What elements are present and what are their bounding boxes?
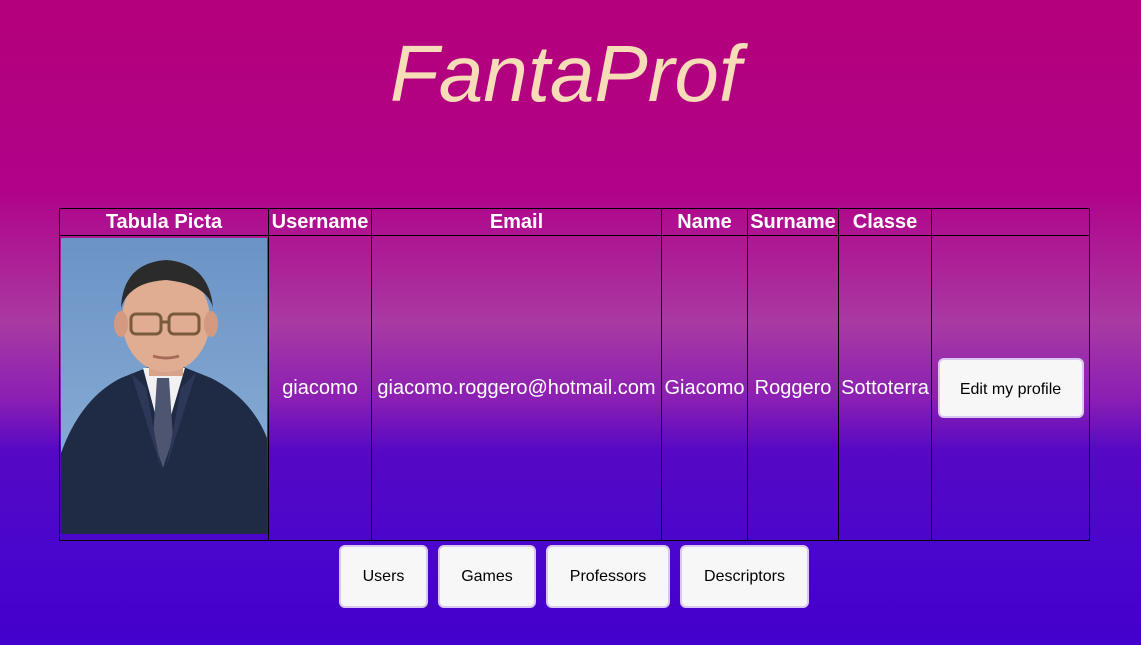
games-button[interactable]: Games [438,545,536,608]
users-button[interactable]: Users [339,545,428,608]
table-row: giacomo giacomo.roggero@hotmail.com Giac… [59,235,1090,541]
column-header-classe: Classe [838,208,932,236]
column-header-username: Username [268,208,372,236]
profile-picture [61,237,267,534]
user-profile-table: Tabula Picta Username Email Name Surname… [59,208,1090,541]
actions-cell: Edit my profile [931,235,1090,541]
descriptors-button[interactable]: Descriptors [680,545,809,608]
edit-profile-button[interactable]: Edit my profile [937,358,1084,418]
profile-picture-cell [59,235,269,541]
column-header-email: Email [371,208,662,236]
table-header-row: Tabula Picta Username Email Name Surname… [59,208,1090,236]
surname-cell: Roggero [747,235,839,541]
bottom-nav: Users Games Professors Descriptors [0,545,1141,608]
column-header-name: Name [661,208,748,236]
column-header-surname: Surname [747,208,839,236]
column-header-picture: Tabula Picta [59,208,269,236]
classe-cell: Sottoterra [838,235,932,541]
professors-button[interactable]: Professors [546,545,670,608]
name-cell: Giacomo [661,235,748,541]
email-cell: giacomo.roggero@hotmail.com [371,235,662,541]
username-cell: giacomo [268,235,372,541]
column-header-actions [931,208,1090,236]
app-title: FantaProf [389,29,742,118]
